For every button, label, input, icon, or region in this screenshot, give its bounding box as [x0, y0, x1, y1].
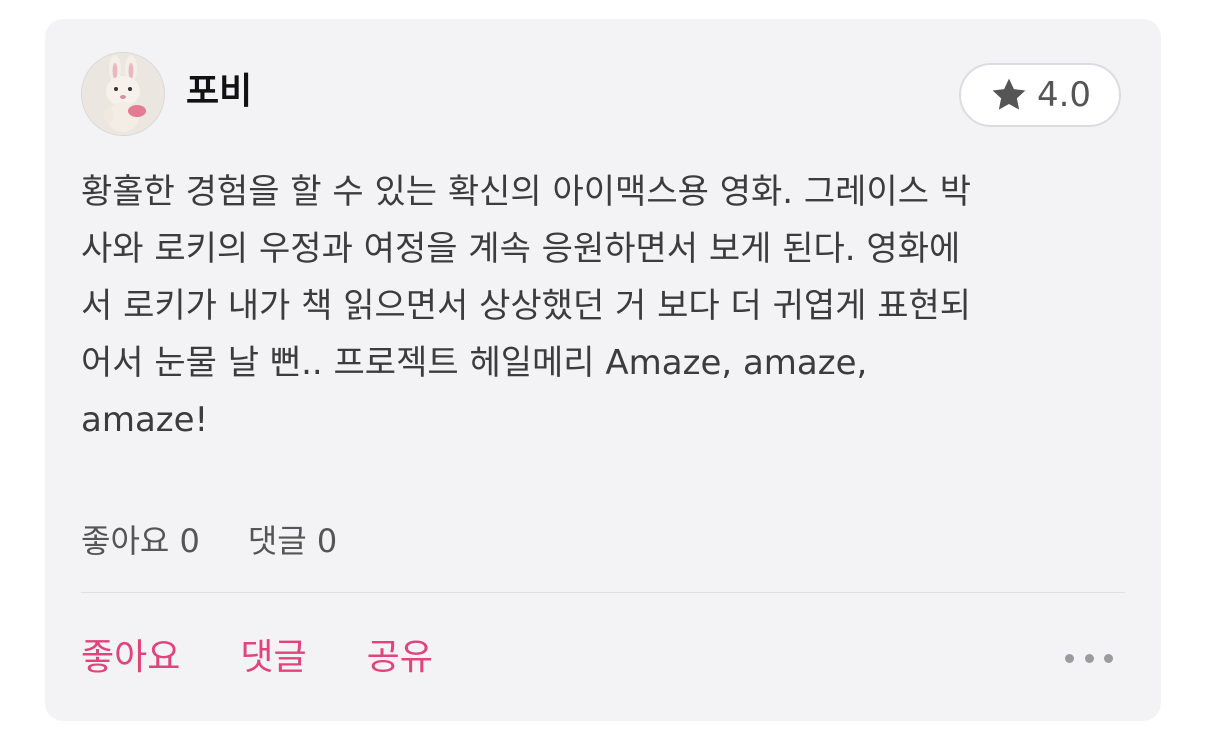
username[interactable]: 포비 [186, 69, 252, 115]
star-icon [992, 78, 1026, 110]
action-bar: 좋아요 댓글 공유 [81, 634, 493, 682]
rating-value: 4.0 [1036, 75, 1092, 115]
likes-count[interactable]: 좋아요 0 [81, 519, 200, 563]
more-dot [1065, 653, 1074, 663]
comment-button[interactable]: 댓글 [240, 634, 306, 682]
review-card: 포비 4.0 황홀한 경험을 할 수 있는 확신의 아이맥스용 영화. 그레이스… [45, 19, 1161, 721]
more-dot [1084, 653, 1094, 663]
share-button[interactable]: 공유 [367, 634, 433, 682]
review-stats: 좋아요 0 댓글 0 [81, 519, 385, 563]
more-dot [1104, 653, 1113, 663]
like-button[interactable]: 좋아요 [81, 634, 180, 682]
review-content: 황홀한 경험을 할 수 있는 확신의 아이맥스용 영화. 그레이스 박 사와 로… [81, 172, 972, 440]
rating-badge: 4.0 [959, 63, 1121, 127]
avatar[interactable] [81, 52, 165, 136]
comments-count[interactable]: 댓글 0 [248, 519, 337, 563]
more-icon[interactable] [1065, 641, 1113, 675]
divider [81, 592, 1125, 593]
plush-bunny-avatar [82, 53, 164, 135]
